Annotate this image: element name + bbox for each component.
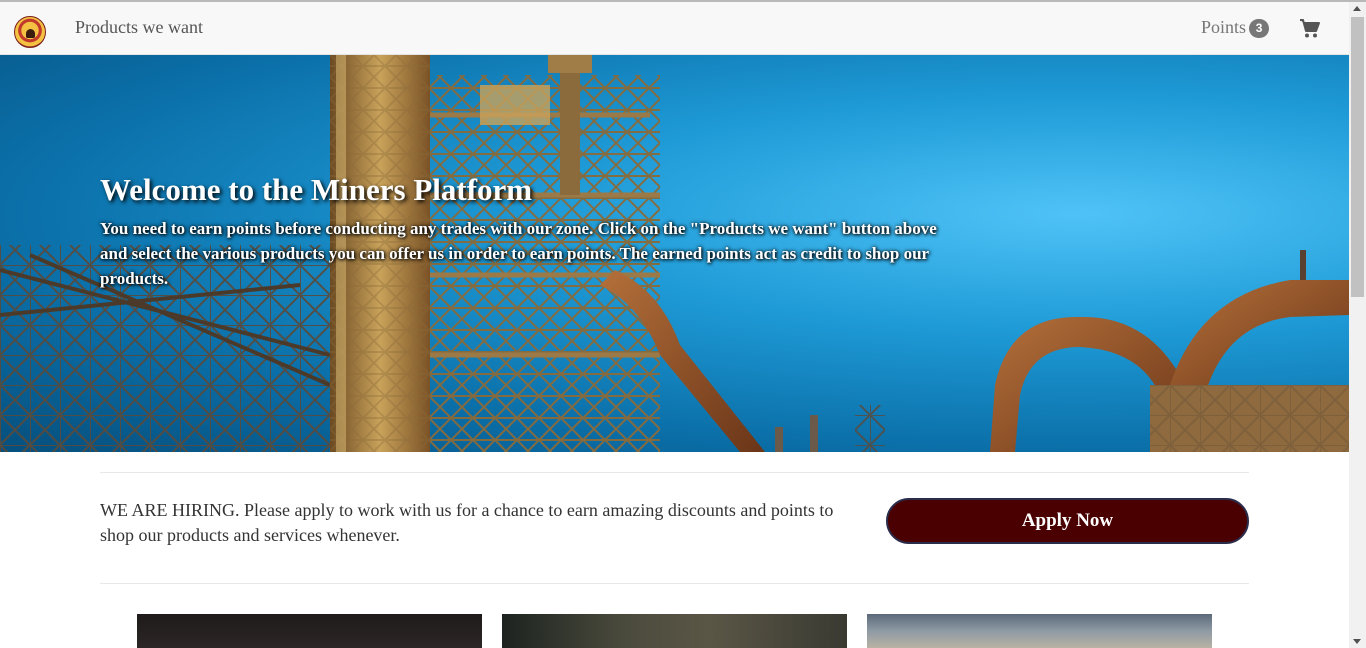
points-link[interactable]: Points 3 [1201,17,1270,38]
shopping-cart-icon[interactable] [1299,19,1321,39]
divider-bottom [100,583,1249,584]
product-card-image[interactable] [137,614,482,648]
product-card-image[interactable] [502,614,847,648]
points-label: Points [1201,17,1247,37]
divider-top [100,472,1249,473]
hiring-text: WE ARE HIRING. Please apply to work with… [100,500,834,545]
points-badge: 3 [1249,19,1270,38]
navbar: Products we want Points 3 [0,2,1349,55]
scroll-thumb[interactable] [1351,17,1364,297]
hero-title: Welcome to the Miners Platform [100,172,533,207]
scroll-up-arrow-icon[interactable] [1353,6,1361,11]
hero-banner: Welcome to the Miners Platform You need … [0,55,1349,452]
apply-now-button[interactable]: Apply Now [886,498,1249,544]
nav-products-we-want[interactable]: Products we want [75,17,203,38]
miner-logo-icon[interactable] [14,16,46,48]
scroll-down-arrow-icon[interactable] [1353,639,1361,644]
product-card-image[interactable] [867,614,1212,648]
hero-description: You need to earn points before conductin… [100,219,937,288]
page-scrollbar[interactable] [1349,2,1366,648]
